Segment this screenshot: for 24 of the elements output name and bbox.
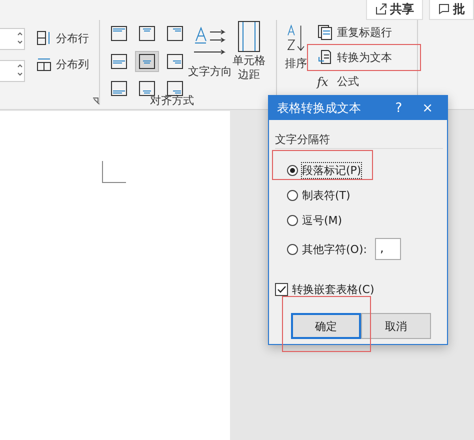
text-direction-button[interactable]: 文字方向 (188, 24, 232, 79)
share-button[interactable]: 共享 (366, 0, 423, 20)
distribute-button[interactable]: 分布行 (36, 30, 89, 46)
cancel-button[interactable]: 取消 (361, 313, 431, 339)
separator-field[interactable]: , (374, 238, 401, 260)
ribbon-command[interactable]: fx 公式 (317, 74, 392, 89)
distribute-button[interactable]: 分布列 (36, 56, 89, 72)
option-label[interactable]: 段落标记(P) (302, 163, 362, 178)
option-label[interactable]: 逗号(M) (302, 213, 342, 228)
checkbox-label[interactable]: 转换嵌套表格(C) (292, 282, 374, 297)
ribbon-command[interactable]: 转换为文本 (317, 49, 392, 65)
dialog-title: 表格转换成文本 (277, 100, 362, 116)
sort-button[interactable]: 排序 (285, 24, 307, 71)
close-button[interactable]: × (416, 100, 439, 116)
option-label[interactable]: 其他字符(O): (302, 242, 367, 256)
ok-button[interactable]: 确定 (291, 313, 361, 339)
group-label: 文字分隔符 (275, 132, 443, 149)
option-label[interactable]: 制表符(T) (302, 188, 350, 203)
cell-margins-button[interactable]: 单元格边距 (232, 20, 266, 83)
formula-icon: fx (317, 74, 333, 88)
help-button[interactable]: ? (389, 100, 408, 116)
comments-button[interactable]: 批 (429, 0, 474, 20)
ribbon-command[interactable]: 重复标题行 (317, 24, 392, 40)
group-label: 对齐方式 (150, 93, 194, 108)
